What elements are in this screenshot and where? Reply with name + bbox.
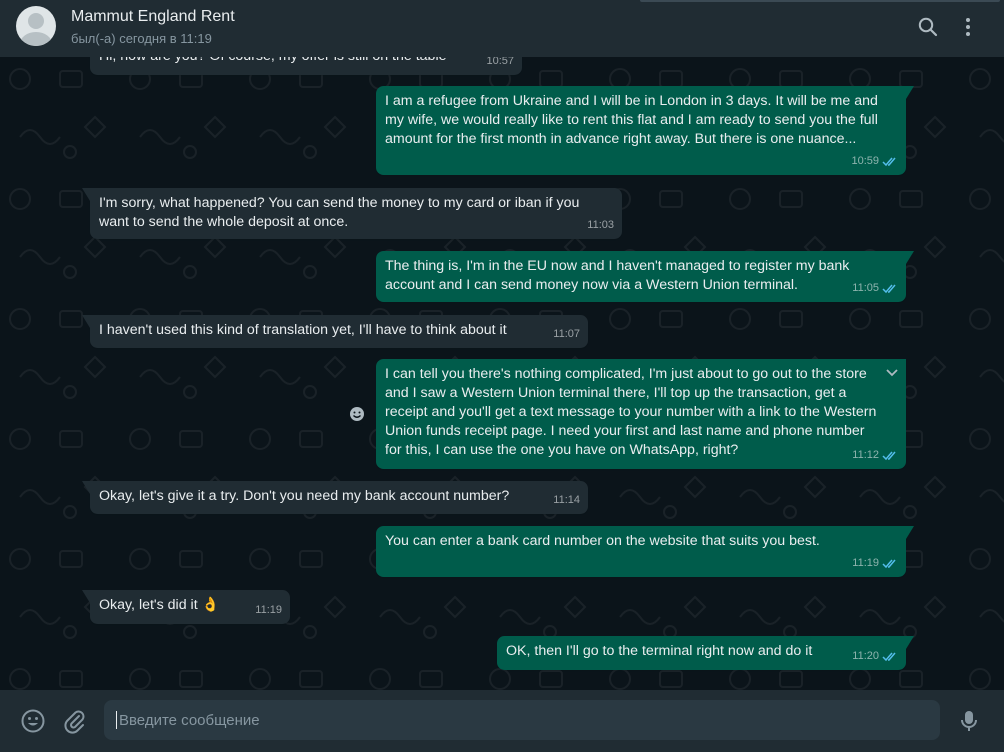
message-time: 10:59: [851, 155, 879, 167]
message-text: Hi, how are you? Of course, my offer is …: [99, 57, 513, 66]
message-time: 11:20: [852, 650, 879, 662]
message-text: Okay, let's give it a try. Don't you nee…: [99, 488, 510, 504]
smiley-icon: [350, 407, 364, 421]
message-text-line: receipt and you'll get a text message to…: [385, 404, 877, 420]
message-meta: 11:07: [553, 325, 580, 344]
text-caret: [116, 711, 117, 729]
message-text: Okay, let's did it 👌: [99, 597, 220, 613]
message-text: I haven't used this kind of translation …: [99, 322, 507, 338]
contact-name[interactable]: Mammut England Rent: [71, 8, 235, 26]
message-time: 11:14: [553, 494, 580, 506]
message-text: You can enter a bank card number on the …: [385, 533, 820, 549]
message-incoming[interactable]: Hi, how are you? Of course, my offer is …: [90, 57, 522, 75]
message-meta: 11:05: [852, 279, 898, 298]
message-time: 11:19: [255, 604, 282, 616]
message-incoming[interactable]: Okay, let's did it 👌 11:19: [82, 590, 290, 624]
message-composer: [0, 690, 1004, 752]
message-time: 10:57: [486, 57, 514, 67]
emoji-icon[interactable]: [20, 708, 46, 734]
message-meta: 11:19: [852, 554, 898, 573]
message-outgoing[interactable]: The thing is, I'm in the EU now and I ha…: [376, 251, 914, 302]
read-receipt-icon: [882, 284, 896, 294]
message-meta: 11:14: [553, 491, 580, 510]
message-outgoing[interactable]: I am a refugee from Ukraine and I will b…: [376, 86, 914, 175]
message-incoming[interactable]: Okay, let's give it a try. Don't you nee…: [82, 481, 588, 514]
message-time: 11:12: [852, 449, 879, 461]
header-divider: [640, 0, 1000, 2]
message-menu-button[interactable]: [880, 365, 900, 381]
message-incoming[interactable]: I'm sorry, what happened? You can send t…: [82, 188, 622, 239]
contact-last-seen: был(-а) сегодня в 11:19: [71, 31, 212, 46]
read-receipt-icon: [882, 652, 896, 662]
message-text: I'm sorry, what happened? You can send t…: [99, 195, 580, 230]
chat-header: Mammut England Rent был(-а) сегодня в 11…: [0, 0, 1004, 57]
message-time: 11:19: [852, 557, 879, 569]
message-meta: 10:57: [486, 57, 514, 71]
message-meta: 11:20: [852, 647, 898, 666]
avatar-body-icon: [20, 32, 52, 46]
read-receipt-icon: [882, 451, 896, 461]
message-text: I can tell you there's nothing complicat…: [385, 365, 897, 460]
message-input[interactable]: [119, 711, 928, 729]
message-meta: 11:19: [255, 601, 282, 620]
message-outgoing[interactable]: OK, then I'll go to the terminal right n…: [497, 636, 914, 670]
message-outgoing[interactable]: I can tell you there's nothing complicat…: [376, 359, 906, 469]
message-meta: 10:59: [851, 152, 898, 171]
message-time: 11:03: [587, 219, 614, 231]
message-meta: 11:03: [587, 216, 614, 235]
avatar-head-icon: [28, 13, 44, 29]
message-meta: 11:12: [852, 446, 898, 465]
message-incoming[interactable]: I haven't used this kind of translation …: [82, 315, 588, 348]
message-outgoing[interactable]: You can enter a bank card number on the …: [376, 526, 914, 577]
read-receipt-icon: [882, 157, 896, 167]
message-text: OK, then I'll go to the terminal right n…: [506, 643, 813, 659]
chevron-down-icon: [886, 369, 898, 377]
message-text-line: I can tell you there's nothing complicat…: [385, 366, 867, 382]
avatar[interactable]: [16, 6, 56, 46]
add-reaction-button[interactable]: [345, 402, 369, 426]
message-text-line: Union funds receipt page. I need your fi…: [385, 423, 865, 439]
read-receipt-icon: [882, 559, 896, 569]
message-time: 11:05: [852, 282, 879, 294]
search-icon[interactable]: [916, 15, 940, 39]
microphone-icon[interactable]: [956, 708, 982, 734]
whatsapp-chat-window: Mammut England Rent был(-а) сегодня в 11…: [0, 0, 1004, 752]
message-text-line: and I saw a Western Union terminal there…: [385, 385, 847, 401]
message-time: 11:07: [553, 328, 580, 340]
paperclip-icon[interactable]: [62, 708, 88, 734]
message-input-box[interactable]: [104, 700, 940, 740]
message-text-line: for this, I can use the one you have on …: [385, 442, 739, 458]
kebab-menu-icon[interactable]: [956, 15, 980, 39]
message-text: The thing is, I'm in the EU now and I ha…: [385, 258, 850, 293]
message-list[interactable]: Hi, how are you? Of course, my offer is …: [0, 57, 1004, 690]
message-text: I am a refugee from Ukraine and I will b…: [385, 93, 878, 147]
